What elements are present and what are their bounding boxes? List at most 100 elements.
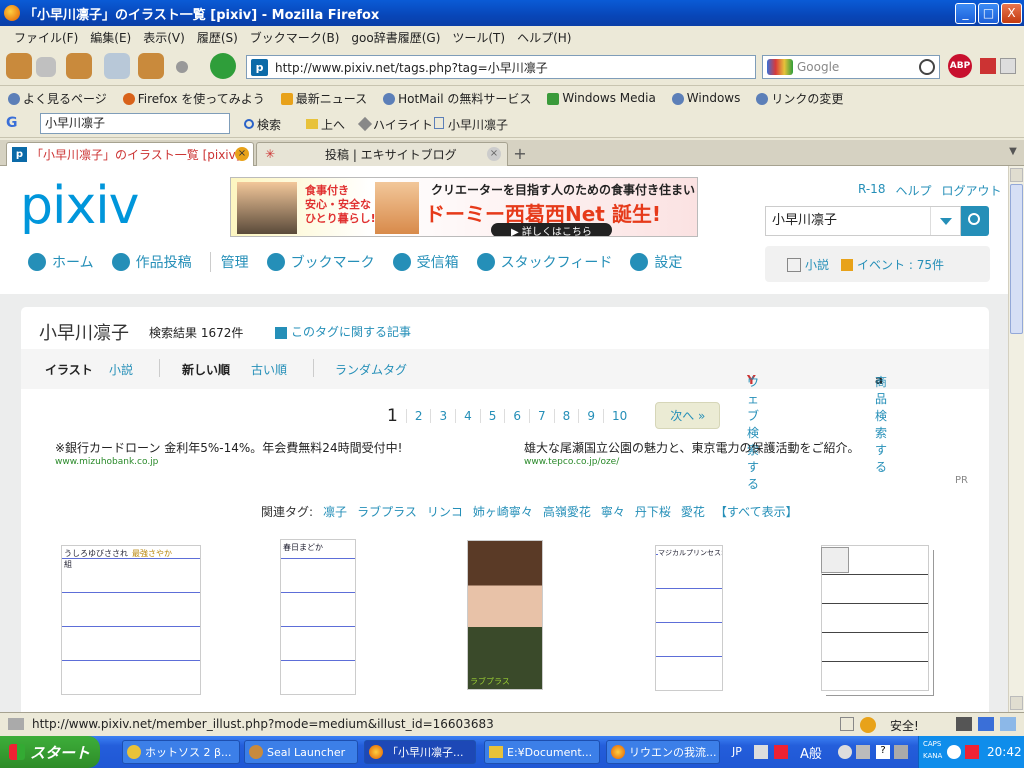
pixiv-search-button[interactable]: [961, 206, 989, 236]
help-link[interactable]: ヘルプ: [895, 182, 931, 199]
related-tag[interactable]: 丹下桜: [635, 503, 671, 520]
ime-icon[interactable]: [838, 745, 852, 759]
next-page-button[interactable]: 次へ »: [655, 402, 721, 429]
secure-status[interactable]: 安全!: [890, 717, 919, 734]
addon-icon[interactable]: [860, 717, 876, 733]
toolbar-term-button[interactable]: 小早川凛子: [434, 116, 508, 133]
taskbar-item[interactable]: E:¥Document...: [484, 740, 600, 764]
scroll-up-button[interactable]: [1010, 168, 1023, 182]
sort-oldest[interactable]: 古い順: [251, 361, 287, 378]
page-link[interactable]: 9: [578, 408, 603, 423]
ad-banner[interactable]: 食事付き 安心・安全な ひとり暮らし! クリエーターを目指す人のための食事付き住まい…: [230, 177, 698, 237]
toolbar-up-button[interactable]: 上へ: [306, 116, 345, 133]
adblock-icon[interactable]: ABP: [948, 54, 972, 78]
nav-inbox[interactable]: 受信箱: [392, 252, 459, 272]
scroll-down-button[interactable]: [1010, 696, 1023, 710]
tray-app-icon[interactable]: [965, 745, 979, 759]
show-all-tags-link[interactable]: 【すべて表示】: [715, 503, 798, 520]
illust-thumbnail[interactable]: 春日まどか: [280, 539, 356, 695]
nav-home[interactable]: ホーム: [28, 252, 94, 272]
r18-link[interactable]: R-18: [858, 182, 885, 199]
tab-excite[interactable]: ✳ 投稿 | エキサイトブログ ×: [256, 142, 508, 166]
taskbar-item[interactable]: ホットソス 2 β...: [122, 740, 240, 764]
menu-view[interactable]: 表示(V): [137, 29, 191, 46]
nav-stacc[interactable]: スタックフィード: [476, 252, 612, 272]
ime-tool-icon[interactable]: [856, 745, 870, 759]
related-tag[interactable]: 愛花: [681, 503, 705, 520]
sort-newest[interactable]: 新しい順: [182, 361, 230, 378]
ad-url[interactable]: www.tepco.co.jp/oze/: [524, 457, 619, 467]
toolbar-search-button[interactable]: 検索: [244, 116, 281, 133]
related-tag[interactable]: 寧々: [601, 503, 625, 520]
url-bar[interactable]: p http://www.pixiv.net/tags.php?tag=小早川凛…: [246, 55, 756, 79]
page-link[interactable]: 6: [504, 408, 529, 423]
illust-thumbnail[interactable]: うしろゆびさされ組 最強さやか: [61, 545, 201, 695]
start-button[interactable]: スタート: [0, 736, 100, 768]
page-link[interactable]: 2: [405, 408, 431, 423]
menu-bookmarks[interactable]: ブックマーク(B): [244, 29, 346, 46]
flag-icon[interactable]: [956, 717, 972, 731]
page-link[interactable]: 7: [529, 408, 554, 423]
ad-url[interactable]: www.mizuhobank.co.jp: [55, 457, 158, 467]
nav-manage[interactable]: 管理: [209, 252, 249, 272]
event-link[interactable]: イベント : 75件: [841, 256, 944, 273]
menu-history[interactable]: 履歴(S): [191, 29, 244, 46]
random-tag-link[interactable]: ランダムタグ: [335, 361, 407, 378]
ime-pad-icon[interactable]: [774, 745, 788, 759]
home-icon[interactable]: [138, 53, 164, 79]
illust-thumbnail[interactable]: マジカルプリンセスホーリーアップ: [655, 545, 723, 691]
tab-pixiv[interactable]: p 「小早川凛子」のイラスト一覧 [pixiv] ×: [6, 142, 254, 166]
vertical-scrollbar[interactable]: [1008, 166, 1024, 712]
page-link[interactable]: 4: [455, 408, 480, 423]
bookmark-item[interactable]: 最新ニュース: [280, 90, 367, 107]
toolbar-search-input[interactable]: 小早川凛子: [40, 113, 230, 134]
reload-icon[interactable]: [66, 53, 92, 79]
page-icon[interactable]: [1000, 717, 1016, 731]
filter-novel[interactable]: 小説: [109, 361, 133, 378]
close-button[interactable]: X: [1001, 3, 1022, 24]
menu-help[interactable]: ヘルプ(H): [511, 29, 577, 46]
cat-icon[interactable]: [176, 61, 188, 73]
scroll-thumb[interactable]: [1010, 184, 1023, 334]
bookmark-item[interactable]: HotMail の無料サービス: [383, 90, 531, 107]
stop-icon[interactable]: [104, 53, 130, 79]
menu-file[interactable]: ファイル(F): [8, 29, 84, 46]
keyboard-icon[interactable]: [754, 745, 768, 759]
bookmark-item[interactable]: リンクの変更: [756, 90, 843, 107]
pixiv-logo[interactable]: pixiv: [20, 176, 139, 236]
ad-text[interactable]: ※銀行カードローン 金利年5%-14%。年会費無料24時間受付中!: [55, 439, 402, 456]
search-dropdown-button[interactable]: [930, 207, 960, 235]
filter-illust[interactable]: イラスト: [45, 361, 93, 378]
menu-goo[interactable]: goo辞書履歴(G): [345, 29, 446, 46]
addon2-icon[interactable]: [1000, 58, 1016, 74]
taskbar-item[interactable]: 「小早川凛子...: [364, 740, 476, 764]
page-link[interactable]: 3: [430, 408, 455, 423]
maximize-button[interactable]: □: [978, 3, 999, 24]
ad-text[interactable]: 雄大な尾瀬国立公園の魅力と、東京電力の保護活動をご紹介。: [524, 439, 860, 456]
nav-bookmark[interactable]: ブックマーク: [266, 252, 375, 272]
web-search-input[interactable]: Google: [762, 55, 940, 79]
bookmark-item[interactable]: Windows Media: [547, 91, 656, 105]
related-tag[interactable]: ラブプラス: [357, 503, 417, 520]
bookmark-item[interactable]: よく見るページ: [8, 90, 107, 107]
bookmark-item[interactable]: Firefox を使ってみよう: [122, 90, 265, 107]
go-icon[interactable]: [210, 53, 236, 79]
tab-list-icon[interactable]: ▼: [1006, 146, 1020, 160]
menu-tools[interactable]: ツール(T): [446, 29, 511, 46]
ime-mode[interactable]: A般: [800, 743, 822, 762]
taskbar-item[interactable]: Seal Launcher: [244, 740, 358, 764]
banner-cta[interactable]: ▶ 詳しくはこちら: [491, 223, 612, 236]
back-icon[interactable]: [6, 53, 32, 79]
bookmark-item[interactable]: Windows: [671, 91, 740, 105]
novel-link[interactable]: 小説: [787, 256, 829, 273]
page-link[interactable]: 8: [553, 408, 579, 423]
tag-article-link[interactable]: このタグに関する記事: [275, 323, 411, 340]
nav-upload[interactable]: 作品投稿: [111, 252, 192, 272]
related-tag[interactable]: 姉ヶ崎寧々: [473, 503, 533, 520]
google-g-icon[interactable]: G: [6, 115, 18, 131]
nav-settings[interactable]: 設定: [630, 252, 682, 272]
ime-extra-icon[interactable]: [894, 745, 908, 759]
sp-icon[interactable]: [978, 717, 994, 731]
search-icon[interactable]: [919, 59, 935, 75]
menu-edit[interactable]: 編集(E): [84, 29, 137, 46]
